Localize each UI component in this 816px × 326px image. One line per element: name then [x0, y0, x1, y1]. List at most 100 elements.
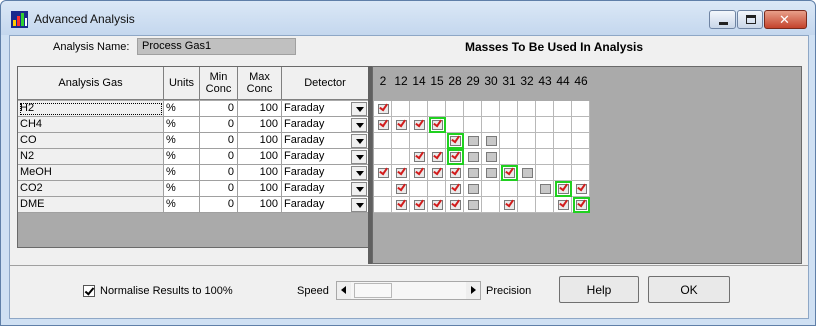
detector-dropdown-arrow-icon[interactable] — [351, 150, 367, 164]
mass-cell[interactable] — [572, 133, 590, 149]
mass-cell[interactable] — [482, 165, 500, 181]
gas-cell[interactable]: CO2 — [18, 181, 164, 197]
table-row[interactable]: MeOH% 0 100 Faraday — [18, 165, 369, 181]
detector-dropdown-arrow-icon[interactable] — [351, 166, 367, 180]
mass-cell[interactable] — [446, 117, 464, 133]
table-row[interactable]: N2% 0 100 Faraday — [18, 149, 369, 165]
mass-cell[interactable] — [392, 197, 410, 213]
max-conc-cell[interactable]: 100 — [238, 117, 282, 133]
mass-cell[interactable] — [536, 149, 554, 165]
mass-cell[interactable] — [410, 133, 428, 149]
mass-cell[interactable] — [554, 149, 572, 165]
mass-checkbox-checked[interactable] — [378, 120, 389, 130]
mass-cell[interactable] — [464, 197, 482, 213]
maximize-button[interactable] — [737, 10, 763, 29]
units-cell[interactable]: % — [164, 181, 200, 197]
mass-checkbox-disabled[interactable] — [486, 152, 497, 162]
gas-cell[interactable]: DME — [18, 197, 164, 213]
gas-cell[interactable]: N2 — [18, 149, 164, 165]
slider-thumb[interactable] — [354, 283, 392, 298]
table-row[interactable]: CH4% 0 100 Faraday — [18, 117, 369, 133]
mass-checkbox-disabled[interactable] — [468, 200, 479, 210]
detector-cell[interactable]: Faraday — [282, 101, 369, 117]
table-row[interactable]: DME% 0 100 Faraday — [18, 197, 369, 213]
units-cell[interactable]: % — [164, 149, 200, 165]
mass-checkbox-checked[interactable] — [396, 120, 407, 130]
mass-cell[interactable] — [374, 165, 392, 181]
mass-cell[interactable] — [536, 197, 554, 213]
slider-left-arrow[interactable] — [337, 282, 351, 299]
mass-cell[interactable] — [374, 101, 392, 117]
mass-checkbox-disabled[interactable] — [540, 184, 551, 194]
mass-checkbox-checked[interactable] — [447, 133, 464, 149]
mass-checkbox-checked[interactable] — [414, 200, 425, 210]
mass-cell[interactable] — [428, 181, 446, 197]
table-row[interactable]: CO2% 0 100 Faraday — [18, 181, 369, 197]
help-button[interactable]: Help — [559, 276, 639, 303]
mass-cell[interactable] — [392, 181, 410, 197]
mass-checkbox-checked[interactable] — [501, 165, 518, 181]
max-conc-cell[interactable]: 100 — [238, 181, 282, 197]
max-conc-cell[interactable]: 100 — [238, 165, 282, 181]
min-conc-cell[interactable]: 0 — [200, 101, 238, 117]
min-conc-cell[interactable]: 0 — [200, 181, 238, 197]
mass-cell[interactable] — [518, 117, 536, 133]
mass-cell[interactable] — [500, 181, 518, 197]
min-conc-cell[interactable]: 0 — [200, 133, 238, 149]
mass-cell[interactable] — [518, 165, 536, 181]
gas-cell[interactable]: CO — [18, 133, 164, 149]
mass-checkbox-disabled[interactable] — [522, 168, 533, 178]
mass-cell[interactable] — [572, 181, 590, 197]
mass-cell[interactable] — [410, 117, 428, 133]
min-conc-cell[interactable]: 0 — [200, 117, 238, 133]
mass-cell[interactable] — [518, 149, 536, 165]
mass-cell[interactable] — [536, 165, 554, 181]
mass-cell[interactable] — [518, 181, 536, 197]
detector-dropdown-arrow-icon[interactable] — [351, 134, 367, 148]
table-row[interactable]: H2% 0 100 Faraday — [18, 101, 369, 117]
mass-cell[interactable] — [374, 181, 392, 197]
mass-checkbox-checked[interactable] — [576, 184, 587, 194]
minimize-button[interactable] — [709, 10, 736, 29]
mass-cell[interactable] — [536, 117, 554, 133]
detector-cell[interactable]: Faraday — [282, 197, 369, 213]
ok-button[interactable]: OK — [648, 276, 730, 303]
mass-cell[interactable] — [446, 101, 464, 117]
mass-checkbox-disabled[interactable] — [468, 136, 479, 146]
mass-checkbox-checked[interactable] — [429, 117, 446, 133]
max-conc-cell[interactable]: 100 — [238, 133, 282, 149]
units-cell[interactable]: % — [164, 165, 200, 181]
mass-checkbox-checked[interactable] — [396, 168, 407, 178]
mass-cell[interactable] — [500, 133, 518, 149]
mass-cell[interactable] — [374, 117, 392, 133]
detector-dropdown-arrow-icon[interactable] — [351, 118, 367, 132]
mass-cell[interactable] — [554, 165, 572, 181]
mass-cell[interactable] — [446, 149, 464, 165]
mass-cell[interactable] — [572, 197, 590, 213]
mass-checkbox-checked[interactable] — [555, 181, 572, 197]
min-conc-cell[interactable]: 0 — [200, 165, 238, 181]
mass-checkbox-checked[interactable] — [378, 104, 389, 114]
mass-checkbox-checked[interactable] — [432, 168, 443, 178]
mass-cell[interactable] — [464, 165, 482, 181]
mass-cell[interactable] — [428, 197, 446, 213]
mass-checkbox-checked[interactable] — [450, 184, 461, 194]
mass-cell[interactable] — [482, 101, 500, 117]
slider-right-arrow[interactable] — [466, 282, 480, 299]
detector-dropdown-arrow-icon[interactable] — [351, 182, 367, 196]
detector-cell[interactable]: Faraday — [282, 165, 369, 181]
mass-cell[interactable] — [554, 181, 572, 197]
mass-checkbox-checked[interactable] — [414, 120, 425, 130]
normalise-checkbox[interactable] — [83, 285, 95, 297]
mass-cell[interactable] — [392, 165, 410, 181]
mass-cell[interactable] — [392, 117, 410, 133]
speed-precision-slider[interactable] — [336, 281, 481, 300]
mass-checkbox-checked[interactable] — [396, 184, 407, 194]
mass-cell[interactable] — [572, 149, 590, 165]
mass-cell[interactable] — [446, 181, 464, 197]
mass-cell[interactable] — [500, 197, 518, 213]
gas-cell[interactable]: MeOH — [18, 165, 164, 181]
mass-cell[interactable] — [410, 101, 428, 117]
mass-checkbox-checked[interactable] — [504, 200, 515, 210]
mass-cell[interactable] — [464, 133, 482, 149]
